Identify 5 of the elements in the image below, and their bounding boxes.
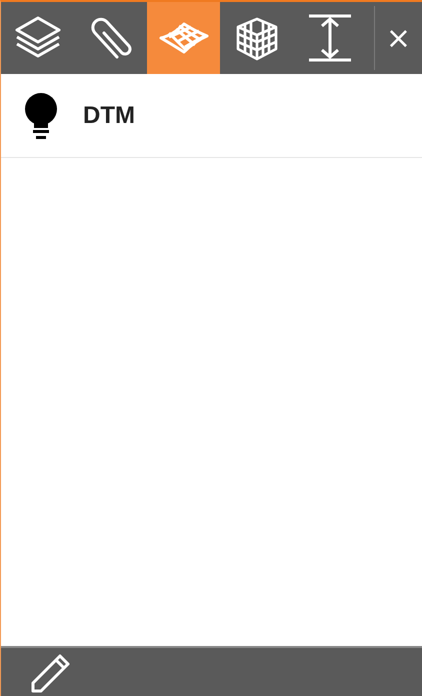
height-icon <box>306 13 352 63</box>
close-button[interactable]: × <box>375 2 422 74</box>
layer-name[interactable]: DTM <box>83 102 135 130</box>
mesh-surface-icon <box>158 21 208 55</box>
light-bulb-icon <box>23 92 59 140</box>
